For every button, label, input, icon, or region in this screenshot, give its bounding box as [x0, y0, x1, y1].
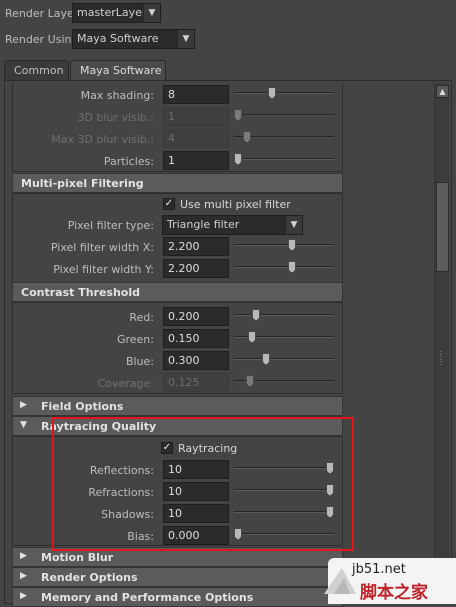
- scroll-thumb[interactable]: [436, 182, 449, 272]
- raytracing-row-0-label: Reflections:: [89, 464, 154, 477]
- render-layer-label: Render Layer: [5, 7, 79, 20]
- contrast-row-2-slider[interactable]: [234, 353, 334, 365]
- expand-arrow-icon: ▶: [20, 571, 27, 581]
- section-title: Motion Blur: [41, 551, 114, 564]
- raytracing-row-0-slider[interactable]: [234, 462, 334, 474]
- expand-arrow-icon: ▶: [20, 591, 27, 601]
- raytracing-row-2-label: Shadows:: [101, 508, 154, 521]
- section-title: Field Options: [41, 400, 124, 413]
- raytracing-row-2-slider[interactable]: [234, 506, 334, 518]
- section-multi-pixel-filtering[interactable]: Multi-pixel Filtering: [12, 173, 343, 193]
- vertical-scrollbar[interactable]: ▲: [434, 83, 449, 602]
- watermark-cn: 脚本之家: [360, 583, 428, 603]
- shading-row-2-slider: [234, 131, 334, 143]
- render-using-label: Render Using: [5, 33, 79, 46]
- raytracing-checkbox[interactable]: ✓: [161, 442, 173, 454]
- contrast-row-1-label: Green:: [116, 333, 154, 346]
- pixel-filter-width-y-input[interactable]: 2.200: [163, 259, 229, 278]
- pixel-filter-width-x-slider[interactable]: [234, 239, 334, 251]
- chevron-down-icon: ▼: [285, 216, 302, 234]
- shading-row-1-input: 1: [163, 107, 229, 126]
- expand-arrow-icon: ▶: [20, 400, 27, 410]
- section-title: Raytracing Quality: [41, 420, 157, 433]
- shading-row-1-slider: [234, 109, 334, 121]
- shading-row-3-input[interactable]: 1: [163, 151, 229, 170]
- chevron-down-icon: ▼: [143, 4, 160, 22]
- shading-row-3-label: Particles:: [103, 155, 154, 168]
- use-multi-pixel-filter-label: Use multi pixel filter: [180, 198, 291, 211]
- pixel-filter-type-label: Pixel filter type:: [67, 219, 154, 232]
- section-field-options[interactable]: ▶ Field Options: [12, 396, 343, 416]
- render-using-dropdown[interactable]: Maya Software ▼: [72, 29, 195, 49]
- scroll-up-icon[interactable]: ▲: [436, 85, 449, 98]
- tab-common-label: Common: [14, 64, 64, 77]
- contrast-row-0-input[interactable]: 0.200: [163, 307, 229, 326]
- shading-row-3-slider[interactable]: [234, 153, 334, 165]
- pixel-filter-width-y-slider[interactable]: [234, 261, 334, 273]
- raytracing-row-0-input[interactable]: 10: [163, 460, 229, 479]
- contrast-row-3-input: 0.125: [163, 373, 229, 392]
- contrast-row-1-slider[interactable]: [234, 331, 334, 343]
- shading-row-0-slider[interactable]: [234, 87, 334, 99]
- shading-row-0-input[interactable]: 8: [163, 85, 229, 104]
- pixel-filter-width-x-label: Pixel filter width X:: [50, 241, 154, 254]
- section-memory-performance[interactable]: ▶ Memory and Performance Options: [12, 587, 343, 607]
- pixel-filter-width-y-label: Pixel filter width Y:: [53, 263, 154, 276]
- resize-grip-icon[interactable]: :::: [436, 349, 446, 367]
- pixel-filter-width-x-input[interactable]: 2.200: [163, 237, 229, 256]
- section-raytracing-quality[interactable]: ▼ Raytracing Quality: [12, 416, 343, 436]
- section-title: Render Options: [41, 571, 138, 584]
- raytracing-row-1-label: Refractions:: [88, 486, 154, 499]
- shading-row-2-input: 4: [163, 129, 229, 148]
- watermark-site: jb51.net: [352, 562, 406, 577]
- contrast-row-3-slider: [234, 375, 334, 387]
- section-title: Multi-pixel Filtering: [21, 177, 144, 190]
- section-render-options[interactable]: ▶ Render Options: [12, 567, 343, 587]
- shading-row-2-label: Max 3D blur visib.:: [51, 133, 154, 146]
- pixel-filter-type-value: Triangle filter: [167, 218, 240, 231]
- shading-row-0-label: Max shading:: [80, 89, 154, 102]
- chevron-down-icon: ▼: [177, 30, 194, 48]
- raytracing-row-2-input[interactable]: 10: [163, 504, 229, 523]
- expand-arrow-icon: ▶: [20, 551, 27, 561]
- section-contrast-threshold[interactable]: Contrast Threshold: [12, 282, 343, 302]
- contrast-row-1-input[interactable]: 0.150: [163, 329, 229, 348]
- contrast-row-2-label: Blue:: [125, 355, 154, 368]
- use-multi-pixel-filter-checkbox[interactable]: ✓: [163, 198, 175, 210]
- contrast-row-2-input[interactable]: 0.300: [163, 351, 229, 370]
- contrast-row-3-label: Coverage:: [97, 377, 154, 390]
- section-title: Memory and Performance Options: [41, 591, 254, 604]
- contrast-row-0-label: Red:: [129, 311, 154, 324]
- collapse-arrow-icon: ▼: [20, 420, 27, 430]
- raytracing-row-3-label: Bias:: [127, 530, 154, 543]
- contrast-row-0-slider[interactable]: [234, 309, 334, 321]
- shading-row-1-label: 3D blur visib.:: [77, 111, 154, 124]
- tab-maya-software[interactable]: Maya Software: [70, 60, 166, 81]
- raytracing-label: Raytracing: [178, 442, 238, 455]
- raytracing-row-1-slider[interactable]: [234, 484, 334, 496]
- raytracing-row-3-slider[interactable]: [234, 528, 334, 540]
- tab-common[interactable]: Common: [4, 60, 69, 80]
- tab-maya-software-label: Maya Software: [80, 64, 162, 77]
- pixel-filter-type-dropdown[interactable]: Triangle filter ▼: [162, 215, 303, 235]
- section-motion-blur[interactable]: ▶ Motion Blur: [12, 547, 343, 567]
- section-title: Contrast Threshold: [21, 286, 141, 299]
- render-layer-dropdown[interactable]: masterLayer ▼: [72, 3, 161, 23]
- render-layer-value: masterLayer: [77, 6, 147, 19]
- render-using-value: Maya Software: [77, 32, 159, 45]
- raytracing-row-3-input[interactable]: 0.000: [163, 526, 229, 545]
- raytracing-row-1-input[interactable]: 10: [163, 482, 229, 501]
